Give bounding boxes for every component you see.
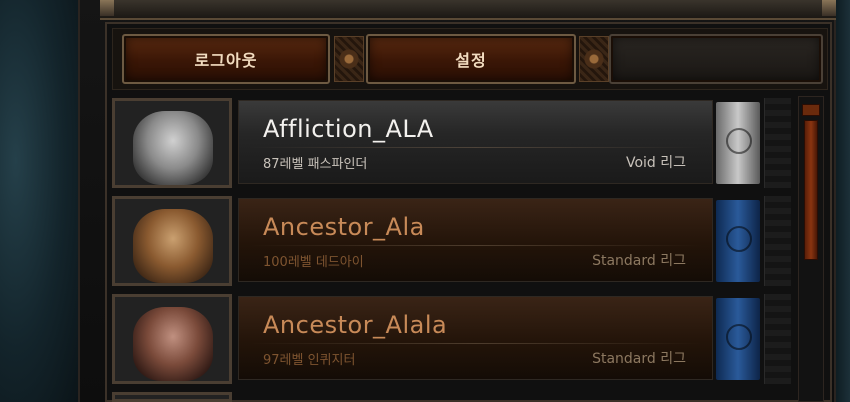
info-divider: [249, 343, 702, 344]
character-info[interactable]: Affliction_ALA 87레벨 패스파인더 Void 리그: [238, 100, 713, 184]
ornament-divider-icon: [579, 36, 609, 82]
scrollbar-thumb[interactable]: [804, 120, 818, 260]
character-name: Ancestor_Alala: [263, 311, 448, 339]
row-side-ornament: [764, 196, 791, 286]
character-row[interactable]: Ancestor_Alala 97레벨 인퀴지터 Standard 리그: [112, 294, 792, 384]
info-divider: [249, 147, 702, 148]
frame-cap-left: [100, 0, 114, 16]
character-info[interactable]: Ancestor_Alala 97레벨 인퀴지터 Standard 리그: [238, 296, 713, 380]
character-portrait: [112, 196, 232, 286]
character-level-class: 100레벨 데드아이: [263, 255, 364, 270]
ornament-divider-icon: [334, 36, 364, 82]
background-right: [836, 0, 850, 402]
empty-button-slot: [609, 34, 823, 84]
character-portrait: [112, 98, 232, 188]
character-league: Standard 리그: [592, 351, 686, 367]
character-row[interactable]: Ancestor_Ala 100레벨 데드아이 Standard 리그: [112, 196, 792, 286]
league-banner-icon: [716, 200, 760, 282]
frame-cap-right: [822, 0, 836, 16]
league-banner-icon: [716, 298, 760, 380]
settings-button[interactable]: 설정: [366, 34, 576, 84]
character-league: Standard 리그: [592, 253, 686, 269]
league-banner-icon: [716, 102, 760, 184]
row-side-ornament: [764, 98, 791, 188]
character-name: Affliction_ALA: [263, 115, 434, 143]
character-row[interactable]: Affliction_ALA 87레벨 패스파인더 Void 리그: [112, 98, 792, 188]
portrait-face-icon: [133, 111, 213, 185]
character-row[interactable]: [112, 392, 792, 402]
logout-button[interactable]: 로그아웃: [122, 34, 330, 84]
background-left: [0, 0, 78, 402]
character-name: Ancestor_Ala: [263, 213, 425, 241]
character-portrait: [112, 294, 232, 384]
character-portrait: [112, 392, 232, 402]
top-frame-ornament: [100, 0, 836, 20]
row-side-ornament: [764, 294, 791, 384]
scroll-up-arrow-icon[interactable]: [802, 104, 820, 116]
character-level-class: 97레벨 인퀴지터: [263, 353, 356, 368]
character-league: Void 리그: [625, 155, 686, 171]
info-divider: [249, 245, 702, 246]
character-info[interactable]: Ancestor_Ala 100레벨 데드아이 Standard 리그: [238, 198, 713, 282]
portrait-face-icon: [133, 209, 213, 283]
portrait-face-icon: [133, 307, 213, 381]
character-level-class: 87레벨 패스파인더: [263, 157, 368, 172]
